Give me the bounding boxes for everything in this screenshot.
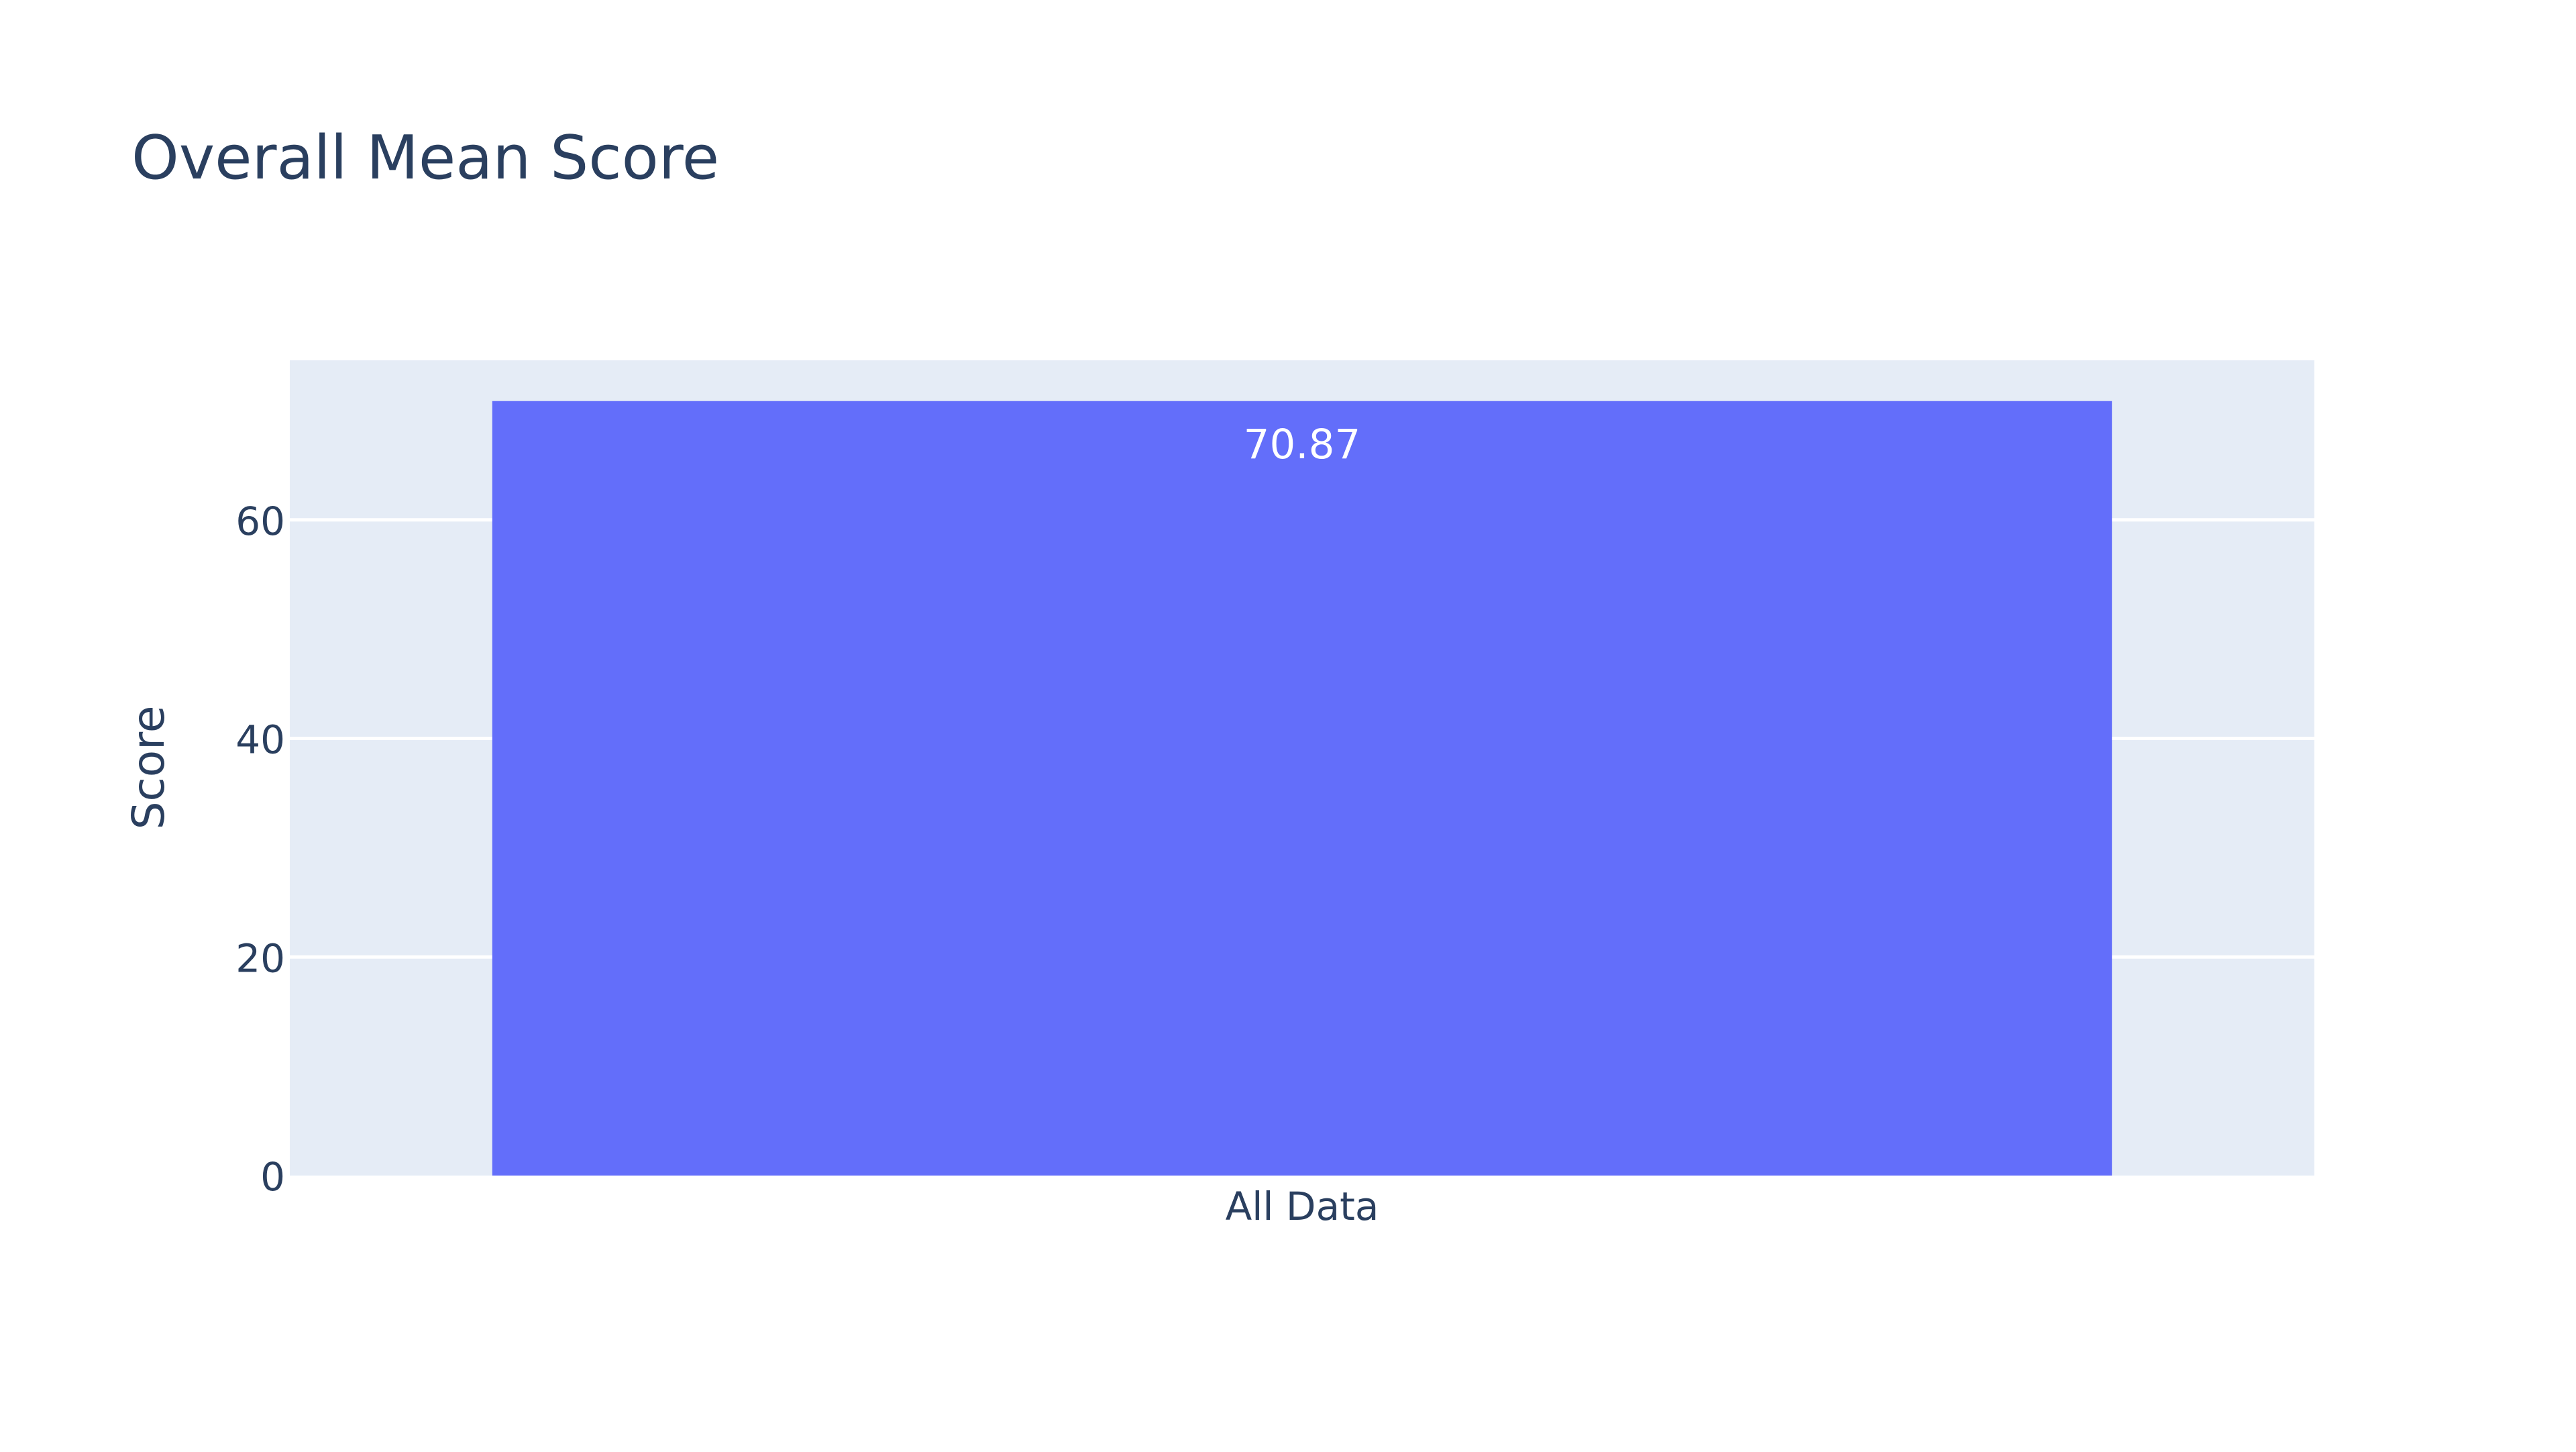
x-tick-labels: All Data [1226,1184,1379,1229]
y-tick-label: 40 [235,717,285,763]
y-axis-title: Score [123,706,174,830]
bar [492,401,2112,1176]
bar-value-label: 70.87 [1244,421,1361,468]
x-tick-label: All Data [1226,1184,1379,1229]
bars: 70.87 [492,401,2112,1176]
chart-svg: Overall Mean Score 70.87 0 20 40 60 All Dat… [123,123,2314,1229]
y-tick-label: 60 [235,499,285,544]
chart-container: Overall Mean Score 70.87 0 20 40 60 All Dat… [0,0,2576,1449]
chart-title: Overall Mean Score [131,123,719,193]
y-tick-label: 0 [260,1154,285,1200]
y-tick-label: 20 [235,935,285,981]
y-tick-labels: 0 20 40 60 [235,499,285,1200]
